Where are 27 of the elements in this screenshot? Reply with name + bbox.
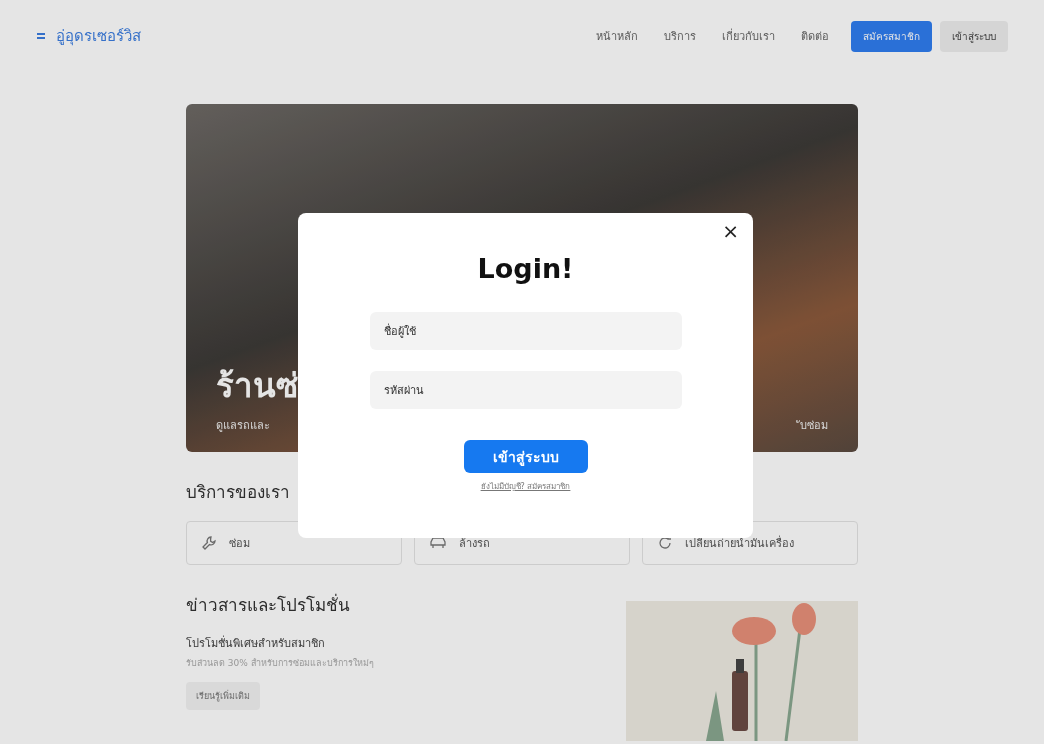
learn-more-button[interactable]: เรียนรู้เพิ่มเติม [186, 682, 260, 710]
nav-link[interactable]: เกี่ยวกับเรา [722, 27, 775, 45]
service-label: ซ่อม [229, 536, 250, 552]
car-icon [429, 536, 447, 550]
input-field[interactable]: รหัสผ่าน [369, 371, 682, 409]
hero-subtitle: ดูแลรถและ [216, 418, 270, 434]
nav-link[interactable]: หน้าหลัก [596, 27, 638, 45]
section-title: ข่าวสารและโปรโมชั่น [186, 592, 350, 617]
submit-button[interactable]: เข้าสู่ระบบ [463, 440, 588, 473]
signup-button[interactable]: สมัครสมาชิก [851, 20, 932, 52]
refresh-icon [657, 535, 673, 551]
hero-title: ร้านซ่ [216, 365, 298, 407]
service-label: เปลี่ยนถ่ายน้ำมันเครื่อง [685, 534, 794, 552]
close-button[interactable]: × [716, 217, 745, 245]
nav-link[interactable]: ติดต่อ [801, 27, 829, 45]
site-logo[interactable]: อู่อุดรเซอร์วิส [56, 24, 141, 48]
section-title: บริการของเรา [186, 481, 290, 504]
input-field[interactable]: ชื่อผู้ใช้ [369, 312, 682, 350]
nav-link[interactable]: บริการ [664, 27, 696, 45]
service-label: ล้างรถ [459, 536, 490, 552]
promo-text: รับส่วนลด 30% สำหรับการซ่อมและบริการใหม่ๆ [186, 657, 374, 670]
wrench-icon [201, 535, 217, 551]
logo-icon [36, 31, 46, 41]
login-button[interactable]: เข้าสู่ระบบ [940, 20, 1008, 52]
dialog-title: Login! [477, 253, 574, 284]
register-link[interactable]: ยังไม่มีบัญชี? สมัครสมาชิก [480, 480, 571, 493]
promo-title: โปรโมชั่นพิเศษสำหรับสมาชิก [186, 634, 326, 652]
